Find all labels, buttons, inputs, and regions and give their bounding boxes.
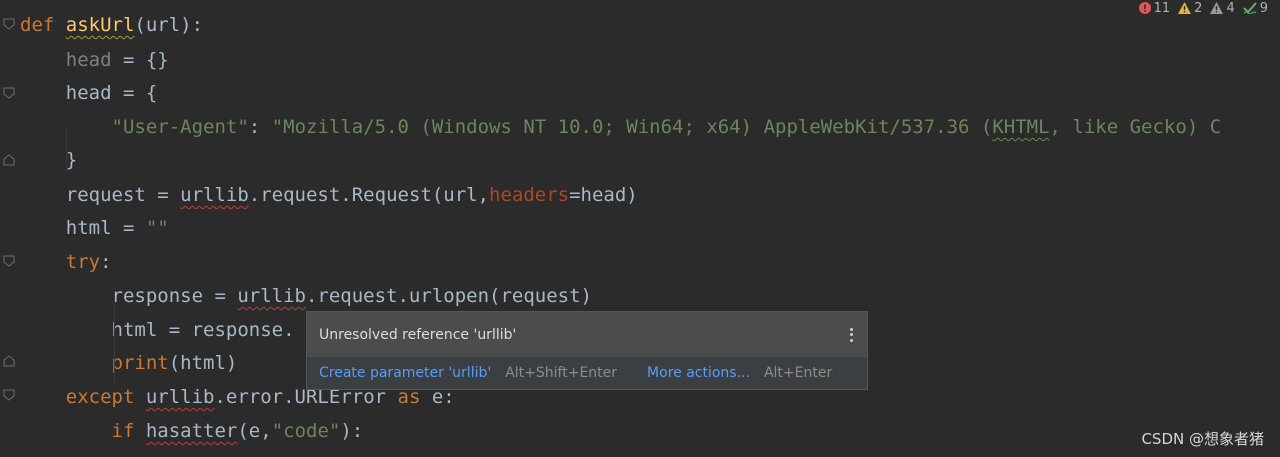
indent-guide xyxy=(114,345,115,385)
code-token: if xyxy=(111,420,146,442)
code-line[interactable]: head = { xyxy=(20,76,158,110)
code-line[interactable]: def askUrl(url): xyxy=(20,8,203,42)
code-token: except xyxy=(65,386,146,408)
code-token: headers xyxy=(489,184,570,206)
more-actions-link[interactable]: More actions... xyxy=(647,365,750,381)
code-token: urllib xyxy=(180,184,249,206)
code-line[interactable]: head = {} xyxy=(20,43,169,77)
code-token: } xyxy=(20,149,78,171)
warning-icon xyxy=(1178,2,1192,14)
code-token: html = xyxy=(20,217,146,239)
code-line[interactable]: html = response. xyxy=(20,313,295,347)
watermark: CSDN @想象者猪 xyxy=(1141,430,1264,448)
error-icon xyxy=(1138,2,1151,14)
more-actions-shortcut: Alt+Enter xyxy=(763,365,833,381)
code-token: KHTML xyxy=(992,116,1050,138)
code-token: : xyxy=(100,251,112,273)
code-token: : xyxy=(248,116,272,138)
typos-count: 9 xyxy=(1259,0,1268,16)
code-token: ): xyxy=(340,420,364,442)
code-line[interactable]: } xyxy=(20,143,77,177)
quick-fix-popup: Unresolved reference 'urllib' Create par… xyxy=(306,311,868,390)
create-parameter-link[interactable]: Create parameter 'urllib' xyxy=(319,365,491,381)
code-token: def xyxy=(20,14,66,36)
code-token: , like Gecko) C xyxy=(1049,116,1222,138)
code-token: "" xyxy=(145,217,169,239)
code-token: urllib xyxy=(145,386,215,408)
code-token: (e, xyxy=(237,420,272,442)
popup-actions: Create parameter 'urllib' Alt+Shift+Ente… xyxy=(307,357,867,389)
popup-title: Unresolved reference 'urllib' xyxy=(319,326,517,343)
warnings-indicator[interactable]: 2 xyxy=(1178,1,1202,16)
typos-indicator[interactable]: 9 xyxy=(1243,1,1268,16)
typo-check-icon xyxy=(1243,2,1257,14)
code-line[interactable]: try: xyxy=(20,245,112,279)
weak-warnings-indicator[interactable]: 4 xyxy=(1210,0,1235,16)
code-token: "User-Agent" xyxy=(111,116,249,138)
code-token: .request.Request(url, xyxy=(248,184,490,206)
create-parameter-shortcut: Alt+Shift+Enter xyxy=(505,365,618,381)
code-line[interactable]: print(html) xyxy=(20,346,238,380)
code-token: hasatter xyxy=(145,420,238,442)
code-token: "Mozilla/5.0 (Windows NT 10.0; Win64; x6… xyxy=(271,116,993,138)
code-token: try xyxy=(65,251,101,273)
code-token: (url): xyxy=(134,14,204,36)
code-token: "code" xyxy=(271,420,341,442)
weak-warnings-count: 4 xyxy=(1226,0,1235,16)
code-token: =head) xyxy=(569,184,638,206)
code-token: response = xyxy=(20,285,238,307)
code-token: request = xyxy=(20,184,181,206)
errors-indicator[interactable]: 11 xyxy=(1138,0,1171,16)
weak-warning-icon xyxy=(1210,2,1224,14)
code-token: print xyxy=(111,352,169,374)
code-token: = {} xyxy=(111,49,169,71)
code-token: head = { xyxy=(20,82,158,104)
popup-header: Unresolved reference 'urllib' xyxy=(307,312,867,357)
warnings-count: 2 xyxy=(1194,0,1203,16)
code-token: urllib xyxy=(237,285,306,307)
code-line[interactable]: html = "" xyxy=(20,211,169,245)
code-line[interactable]: "User-Agent": "Mozilla/5.0 (Windows NT 1… xyxy=(20,110,1222,144)
code-token: head xyxy=(65,49,112,71)
code-token: html = response. xyxy=(20,319,295,341)
inspection-widget[interactable]: 11 2 4 9 xyxy=(1138,0,1268,16)
code-line[interactable]: if hasatter(e,"code"): xyxy=(20,414,364,448)
errors-count: 11 xyxy=(1153,0,1171,16)
code-line[interactable]: response = urllib.request.urlopen(reques… xyxy=(20,279,592,313)
code-token: .request.urlopen(request) xyxy=(305,285,592,307)
code-line[interactable]: request = urllib.request.Request(url,hea… xyxy=(20,178,638,212)
code-token: (html) xyxy=(168,352,238,374)
indent-guide xyxy=(66,128,67,172)
more-options-icon[interactable] xyxy=(847,326,855,344)
code-token: askUrl xyxy=(65,14,135,36)
